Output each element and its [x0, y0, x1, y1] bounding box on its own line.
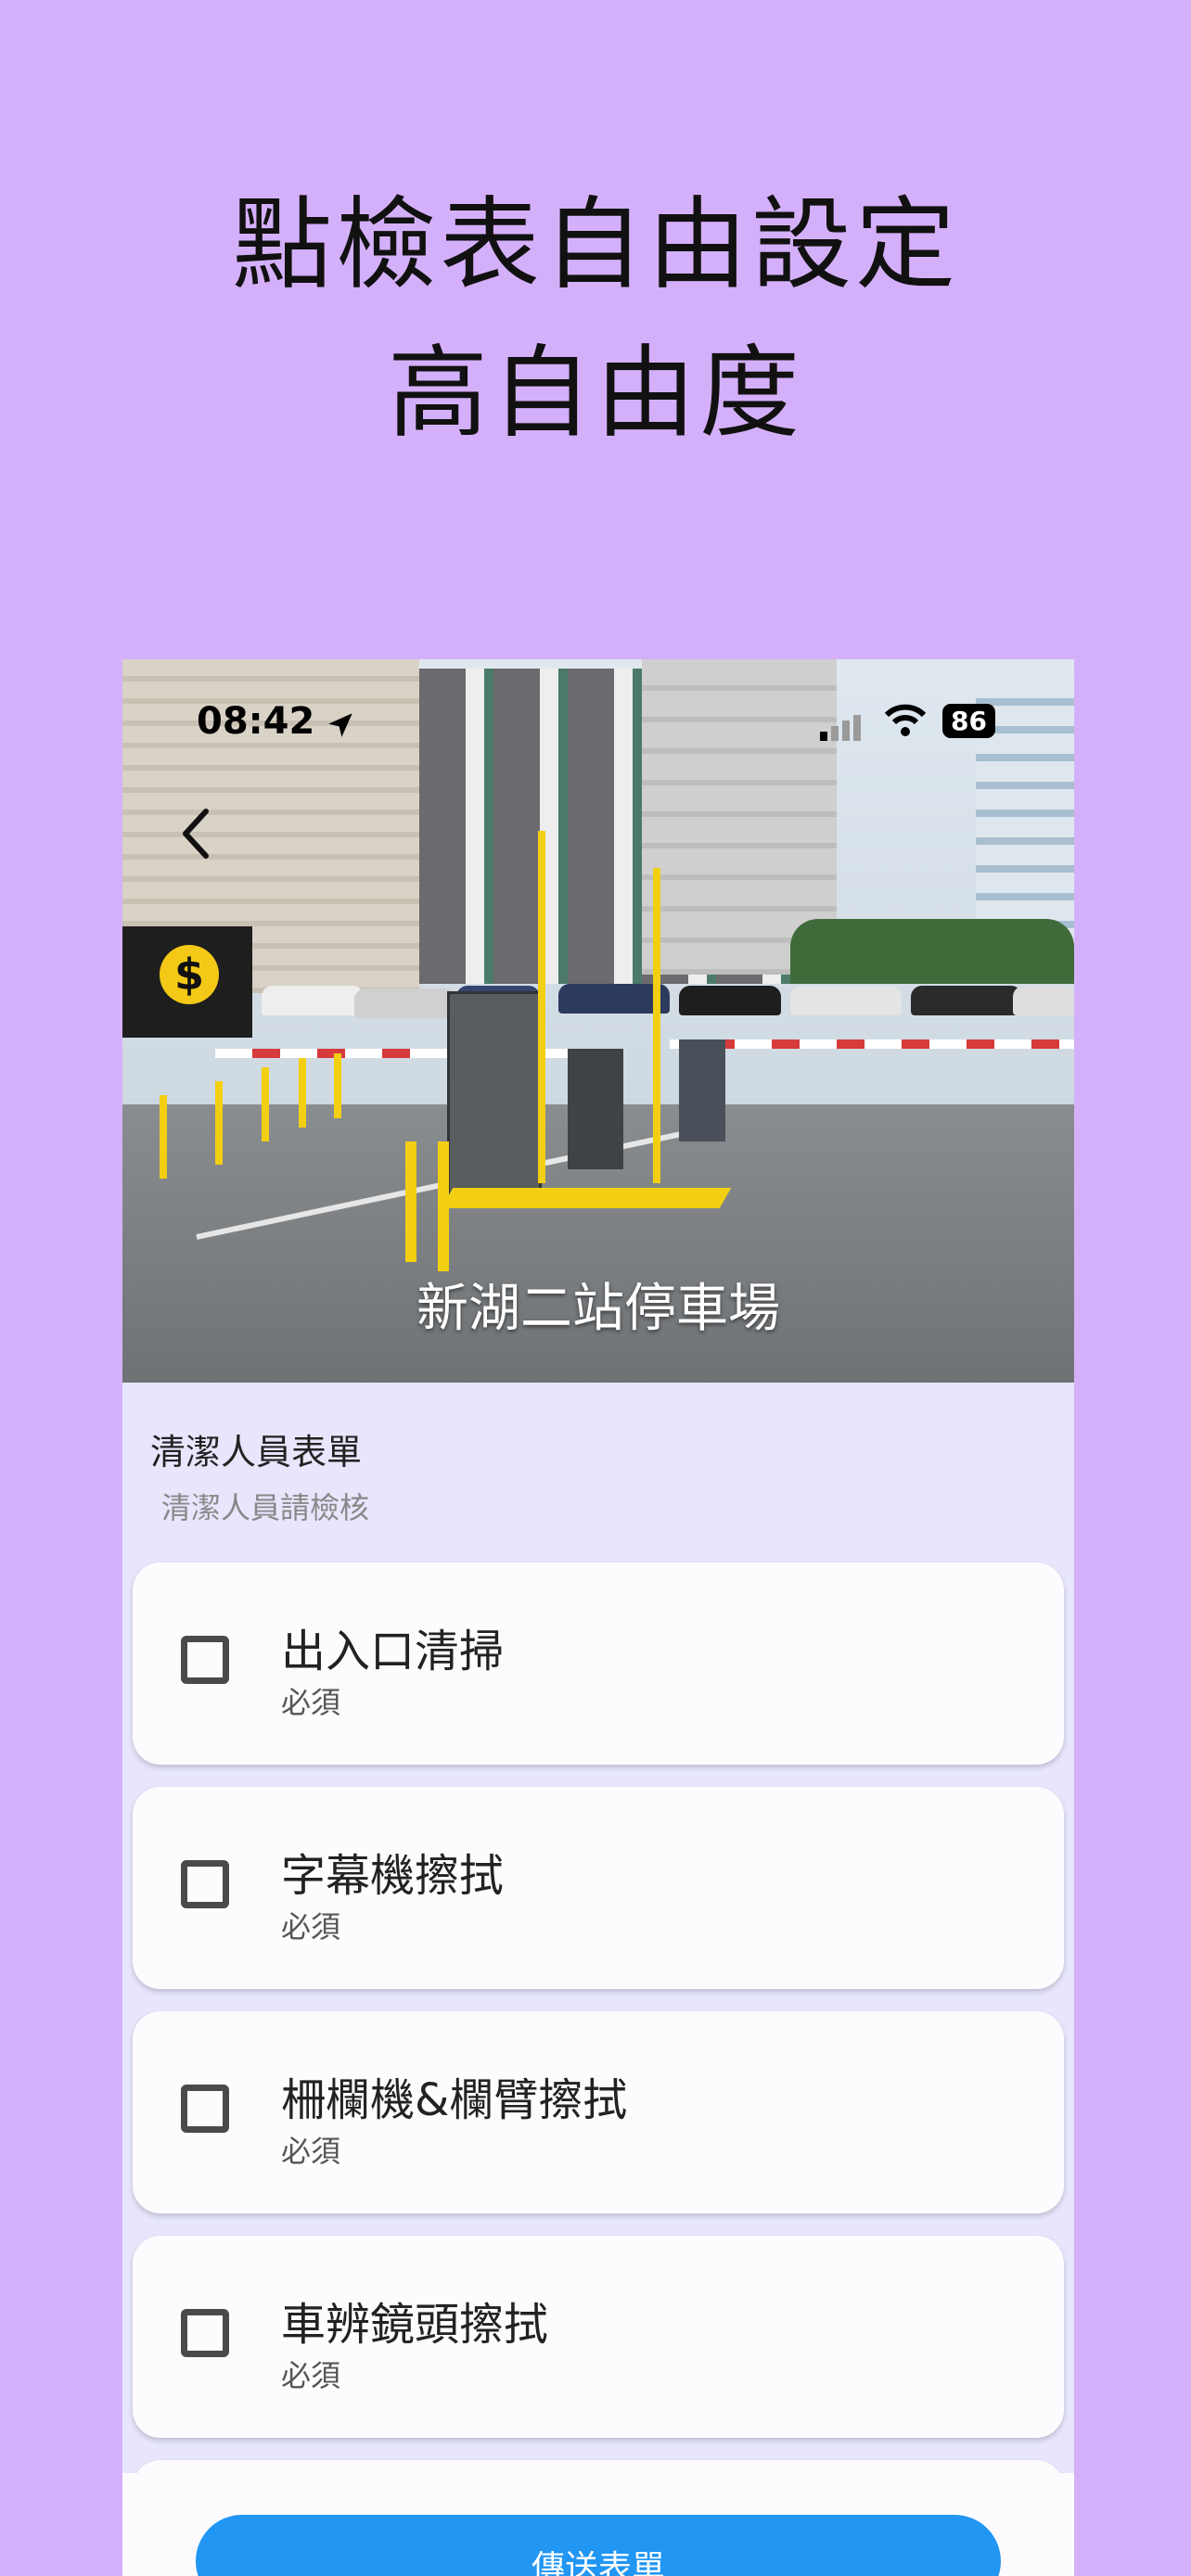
status-time: 08:42	[197, 700, 315, 743]
bollard	[334, 1053, 341, 1118]
back-button[interactable]	[167, 798, 223, 873]
form-title: 清潔人員表單	[150, 1432, 363, 1473]
signal-icon	[820, 708, 866, 750]
required-label: 必須	[281, 1909, 341, 1945]
ticket-machine	[568, 1049, 623, 1169]
barrier-arm-right	[670, 1039, 1074, 1049]
location-name: 新湖二站停車場	[416, 1279, 780, 1339]
location-arrow-icon	[325, 708, 356, 750]
gate-base	[441, 1188, 732, 1208]
parked-car	[262, 986, 364, 1015]
battery-icon: 86	[942, 704, 995, 738]
parked-car	[1013, 986, 1074, 1015]
checklist-item[interactable]: 車辨鏡頭擦拭 必須	[133, 2236, 1064, 2438]
headline-line-1: 點檢表自由設定	[231, 187, 959, 303]
checklist-item-label: 車辨鏡頭擦拭	[281, 2299, 549, 2351]
checkbox[interactable]	[181, 1860, 229, 1908]
required-label: 必須	[281, 2134, 341, 2169]
headline-line-2: 高自由度	[387, 336, 803, 452]
bollard	[299, 1058, 306, 1128]
parked-car	[790, 986, 902, 1015]
required-label: 必須	[281, 1685, 341, 1720]
wifi-icon	[883, 704, 928, 746]
required-label: 必須	[281, 2358, 341, 2393]
status-bar: 08:42 86	[122, 700, 1074, 746]
trees	[790, 919, 1074, 984]
parked-car	[911, 986, 1022, 1015]
phone-screen: $ 08:42 86 新湖二站停車場 清潔人員表單 清潔人員請檢核 出入口清掃 …	[122, 659, 1074, 2576]
headline: 點檢表自由設定 高自由度	[0, 172, 1191, 468]
checklist-item-label: 出入口清掃	[281, 1626, 505, 1677]
checklist-item[interactable]: 字幕機擦拭 必須	[133, 1787, 1064, 1989]
bollard	[262, 1067, 269, 1141]
bollard	[160, 1095, 167, 1179]
parking-lot-photo: $ 08:42 86 新湖二站停車場	[122, 659, 1074, 1383]
bollard	[405, 1141, 416, 1262]
chevron-left-icon	[176, 806, 213, 865]
checkbox[interactable]	[181, 2309, 229, 2357]
checklist-item-label: 柵欄機&欄臂擦拭	[281, 2074, 628, 2126]
submit-form-button[interactable]: 傳送表單	[196, 2515, 1001, 2576]
checkbox[interactable]	[181, 1636, 229, 1684]
parked-car	[354, 988, 456, 1018]
form-subtitle: 清潔人員請檢核	[161, 1490, 370, 1525]
checklist-item[interactable]: 出入口清掃 必須	[133, 1562, 1064, 1765]
checklist-item-label: 字幕機擦拭	[281, 1850, 505, 1902]
camera-pole	[653, 868, 660, 1183]
checkbox[interactable]	[181, 2085, 229, 2133]
camera-pole	[538, 831, 545, 1183]
checklist-item[interactable]: 柵欄機&欄臂擦拭 必須	[133, 2011, 1064, 2213]
gate-machine	[447, 991, 542, 1201]
gate-machine-2	[679, 1039, 725, 1141]
bollard	[215, 1081, 223, 1165]
parking-sign: $	[122, 926, 252, 1038]
parked-car	[679, 986, 781, 1015]
